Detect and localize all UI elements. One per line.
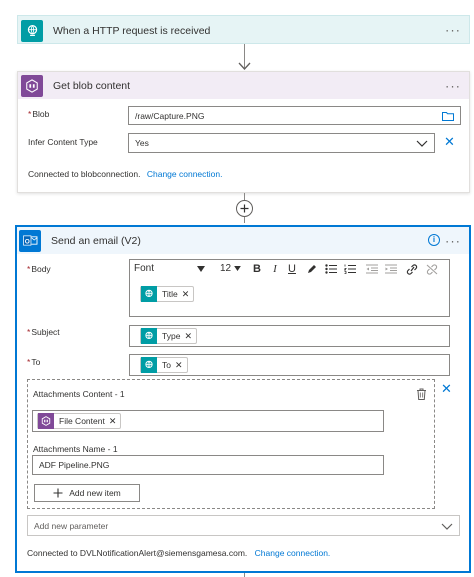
to-input[interactable]: To ✕ [129,354,450,376]
blob-label: *Blob [28,109,50,119]
infer-content-type-select[interactable]: Yes [128,133,435,153]
change-connection-link[interactable]: Change connection. [147,169,223,179]
attachments-content-label: Attachments Content - 1 [33,389,125,399]
blob-title: Get blob content [53,79,131,92]
caret-down-icon[interactable] [234,266,241,271]
globe-request-icon [21,19,43,42]
pen-icon[interactable] [306,264,317,275]
send-email-card: O Send an email (V2) i ··· *Body Font 12… [15,225,471,573]
plus-circle-icon[interactable] [236,200,253,217]
plus-icon [53,488,63,498]
ellipsis-icon[interactable]: ··· [445,79,461,92]
globe-request-icon [141,286,157,302]
link-icon[interactable] [406,264,418,275]
folder-icon[interactable] [442,111,454,121]
globe-request-icon [141,357,157,373]
body-editor[interactable]: Font 12 B I U Title ✕ [129,259,450,317]
blob-connection-status: Connected to blobconnection. Change conn… [28,169,223,179]
body-label: *Body [27,264,51,274]
attachments-group: Attachments Content - 1 File Content ✕ A… [27,379,435,509]
trigger-title: When a HTTP request is received [53,24,211,37]
close-icon[interactable]: ✕ [441,382,452,395]
azure-blob-icon [38,413,54,429]
azure-blob-icon [21,74,43,97]
body-toolbar: Font 12 B I U [130,260,449,278]
close-icon[interactable]: ✕ [444,135,455,148]
connector-line [244,573,245,577]
dynamic-token[interactable]: File Content ✕ [37,413,122,429]
get-blob-card: Get blob content ··· *Blob /raw/Capture.… [17,71,470,193]
close-icon[interactable]: ✕ [182,289,190,300]
attachments-content-input[interactable]: File Content ✕ [32,410,384,432]
info-icon[interactable]: i [428,234,440,246]
blob-path-input[interactable]: /raw/Capture.PNG [128,106,461,125]
trash-icon[interactable] [416,388,427,400]
attachments-name-label: Attachments Name - 1 [33,444,118,454]
bullet-list-icon[interactable] [325,264,337,274]
ellipsis-icon[interactable]: ··· [445,234,461,247]
font-select[interactable]: Font [134,263,154,274]
add-new-item-button[interactable]: Add new item [34,484,140,502]
font-size-select[interactable]: 12 [220,263,231,274]
trigger-card[interactable]: When a HTTP request is received ··· [17,15,470,44]
ellipsis-icon[interactable]: ··· [445,23,461,36]
globe-request-icon [141,328,157,344]
numbered-list-icon[interactable] [344,264,356,274]
bold-icon[interactable]: B [250,260,264,278]
change-connection-link[interactable]: Change connection. [255,548,331,558]
subject-input[interactable]: Type ✕ [129,325,450,347]
unlink-icon[interactable] [426,264,438,275]
caret-down-icon[interactable] [197,266,205,272]
infer-content-type-label: Infer Content Type [28,137,98,147]
italic-icon[interactable]: I [269,260,281,278]
body-content[interactable]: Title ✕ [140,286,195,302]
close-icon[interactable]: ✕ [184,331,192,342]
chevron-down-icon [416,140,428,147]
to-label: *To [27,357,41,367]
increase-indent-icon[interactable] [385,264,397,274]
close-icon[interactable]: ✕ [175,360,183,371]
add-new-parameter-select[interactable]: Add new parameter [27,515,460,536]
attachments-name-input[interactable]: ADF Pipeline.PNG [32,455,384,475]
decrease-indent-icon[interactable] [366,264,378,274]
email-connection-status: Connected to DVLNotificationAlert@siemen… [27,548,331,558]
svg-text:O: O [24,238,29,245]
dynamic-token[interactable]: Title ✕ [140,286,195,302]
outlook-icon: O [19,229,41,252]
dynamic-token[interactable]: Type ✕ [140,328,197,344]
underline-icon[interactable]: U [286,260,298,278]
email-title: Send an email (V2) [51,234,141,247]
subject-label: *Subject [27,327,60,337]
arrow-down-icon [238,62,251,70]
dynamic-token[interactable]: To ✕ [140,357,188,373]
chevron-down-icon [441,523,453,530]
close-icon[interactable]: ✕ [109,416,117,427]
